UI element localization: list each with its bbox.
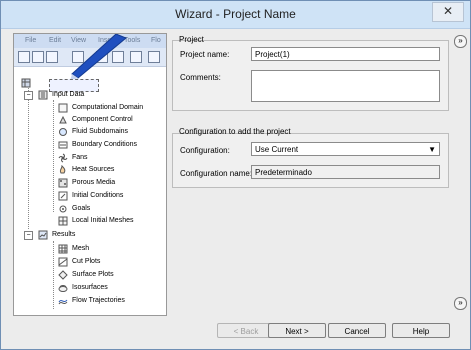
isosurfaces-label: Isosurfaces [72, 284, 108, 291]
toolbar-icon [18, 51, 30, 63]
toolbar-icon [148, 51, 160, 63]
goals-label: Goals [72, 205, 91, 212]
comments-label: Comments: [180, 73, 221, 82]
results-icon [38, 230, 48, 240]
fluid-subdomains-icon [59, 128, 67, 136]
title-bar: Wizard - Project Name ✕ [1, 1, 470, 29]
cut-plots-icon [58, 257, 68, 267]
boundary-conditions-label: Boundary Conditions [72, 141, 137, 148]
comments-textarea[interactable] [251, 70, 440, 102]
pen-icon [70, 34, 127, 81]
input-data-expander[interactable]: − [24, 91, 33, 100]
computational-domain-label: Computational Domain [72, 104, 144, 111]
toolbar-icon [32, 51, 44, 63]
fan-icon [58, 153, 68, 163]
component-control-icon [59, 115, 67, 124]
project-section-title: Project [179, 35, 204, 44]
configuration-section-title: Configuration to add the project [179, 127, 291, 136]
cancel-button[interactable]: Cancel [328, 323, 386, 338]
expand-right-bottom-button[interactable]: » [454, 297, 467, 310]
configuration-name-label: Configuration name: [180, 169, 253, 178]
project-icon [21, 78, 31, 88]
fake-menu-file: File [25, 37, 37, 44]
project-name-label: Project name: [180, 50, 230, 59]
component-control-label: Component Control [72, 116, 133, 123]
fake-menu-flo: Flo [151, 37, 161, 44]
surface-plots-label: Surface Plots [72, 271, 114, 278]
close-button[interactable]: ✕ [432, 2, 464, 22]
local-initial-meshes-label: Local Initial Meshes [72, 217, 134, 224]
flow-trajectories-icon [58, 299, 68, 305]
tree-guide [28, 84, 29, 229]
fluid-subdomains-label: Fluid Subdomains [72, 128, 129, 135]
mesh-icon [58, 244, 68, 254]
tree-guide [53, 100, 54, 212]
heat-sources-label: Heat Sources [72, 166, 115, 173]
fans-label: Fans [72, 154, 88, 161]
isosurfaces-icon [58, 285, 68, 292]
input-data-label: Input Data [52, 91, 85, 98]
preview-panel: File Edit View Insert Tools Flo − Input … [13, 33, 167, 316]
porous-media-label: Porous Media [72, 179, 116, 186]
expand-right-top-button[interactable]: » [454, 35, 467, 48]
computational-domain-icon [58, 103, 68, 113]
mesh-label: Mesh [72, 245, 90, 252]
boundary-conditions-icon [58, 141, 68, 149]
initial-conditions-icon [58, 191, 68, 201]
back-button[interactable]: < Back [217, 323, 275, 338]
project-name-input[interactable]: Project(1) [251, 47, 440, 61]
configuration-name-input[interactable]: Predeterminado [251, 165, 440, 179]
results-label: Results [52, 231, 76, 238]
window-title: Wizard - Project Name [175, 7, 296, 21]
chevron-down-icon: ▼ [428, 145, 436, 154]
cut-plots-label: Cut Plots [72, 258, 101, 265]
tree-guide [53, 241, 54, 309]
help-button[interactable]: Help [392, 323, 450, 338]
results-expander[interactable]: − [24, 231, 33, 240]
flow-trajectories-label: Flow Trajectories [72, 297, 125, 304]
initial-conditions-label: Initial Conditions [72, 192, 124, 199]
configuration-select-value: Use Current [255, 145, 299, 154]
wizard-window: Wizard - Project Name ✕ File Edit View I… [0, 0, 471, 350]
configuration-label: Configuration: [180, 146, 230, 155]
heat-source-icon [59, 165, 66, 174]
configuration-select[interactable]: Use Current ▼ [251, 142, 440, 156]
input-data-icon [38, 90, 48, 100]
porous-media-icon [58, 178, 68, 188]
surface-plots-icon [58, 270, 68, 280]
goals-icon [59, 205, 67, 213]
toolbar-icon [130, 51, 142, 63]
next-button[interactable]: Next > [268, 323, 326, 338]
local-initial-meshes-icon [58, 216, 68, 226]
